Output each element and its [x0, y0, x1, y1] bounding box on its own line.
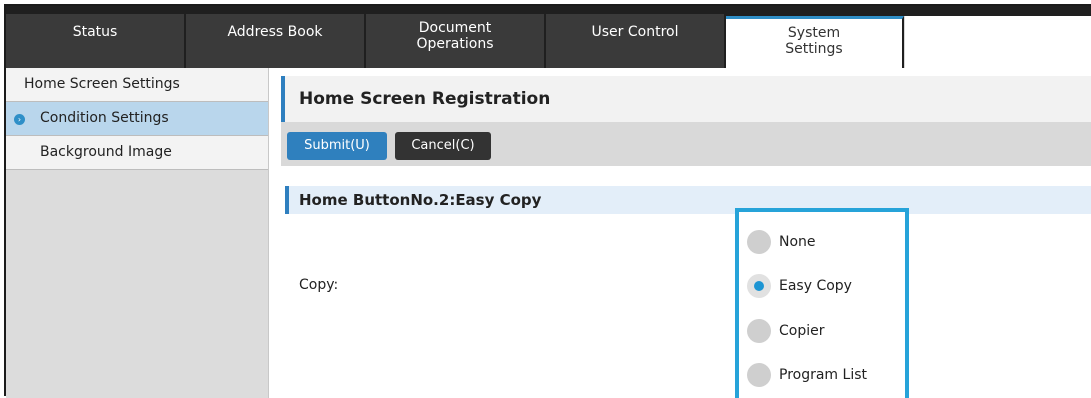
tab-address-book[interactable]: Address Book	[186, 14, 366, 68]
radio-label: None	[779, 234, 816, 250]
tab-label: Address Book	[227, 24, 323, 40]
chevron-right-icon: ›	[14, 114, 25, 125]
sidebar: Home Screen Settings › Condition Setting…	[6, 68, 269, 398]
tab-label: Document Operations	[416, 20, 494, 52]
copy-options-group: None Easy Copy Copier Program List	[735, 208, 909, 398]
sidebar-item-label: Home Screen Settings	[24, 76, 180, 92]
sidebar-item-label: Condition Settings	[40, 110, 169, 126]
sidebar-item-label: Background Image	[40, 144, 172, 160]
tab-user-control[interactable]: User Control	[546, 14, 726, 68]
tab-label: User Control	[591, 24, 679, 40]
tab-label: System Settings	[785, 25, 843, 57]
main-content: Home Screen Registration Submit(U) Cance…	[269, 68, 1091, 398]
tab-bar: Status Address Book Document Operations …	[6, 6, 1091, 68]
copy-field-label: Copy:	[299, 277, 339, 293]
tab-system-settings[interactable]: System Settings	[726, 16, 904, 68]
cancel-button[interactable]: Cancel(C)	[395, 132, 491, 160]
submit-button[interactable]: Submit(U)	[287, 132, 387, 160]
page-title-bar: Home Screen Registration	[281, 76, 1091, 122]
sidebar-item-background-image[interactable]: Background Image	[6, 136, 268, 170]
app-frame: Status Address Book Document Operations …	[4, 4, 1091, 398]
sidebar-item-condition-settings[interactable]: › Condition Settings	[6, 102, 268, 136]
action-bar: Submit(U) Cancel(C)	[281, 122, 1091, 166]
radio-label: Program List	[779, 367, 867, 383]
radio-button[interactable]	[747, 230, 771, 254]
radio-label: Easy Copy	[779, 278, 852, 294]
radio-button-selected[interactable]	[747, 274, 771, 298]
radio-label: Copier	[779, 323, 825, 339]
radio-button[interactable]	[747, 363, 771, 387]
section-header: Home ButtonNo.2:Easy Copy	[285, 186, 1091, 214]
tab-document-operations[interactable]: Document Operations	[366, 14, 546, 68]
radio-button[interactable]	[747, 319, 771, 343]
tab-status[interactable]: Status	[6, 14, 186, 68]
sidebar-item-home-screen-settings[interactable]: Home Screen Settings	[6, 68, 268, 102]
section-title: Home ButtonNo.2:Easy Copy	[299, 191, 542, 209]
tab-label: Status	[72, 24, 118, 40]
page-title: Home Screen Registration	[299, 89, 551, 109]
